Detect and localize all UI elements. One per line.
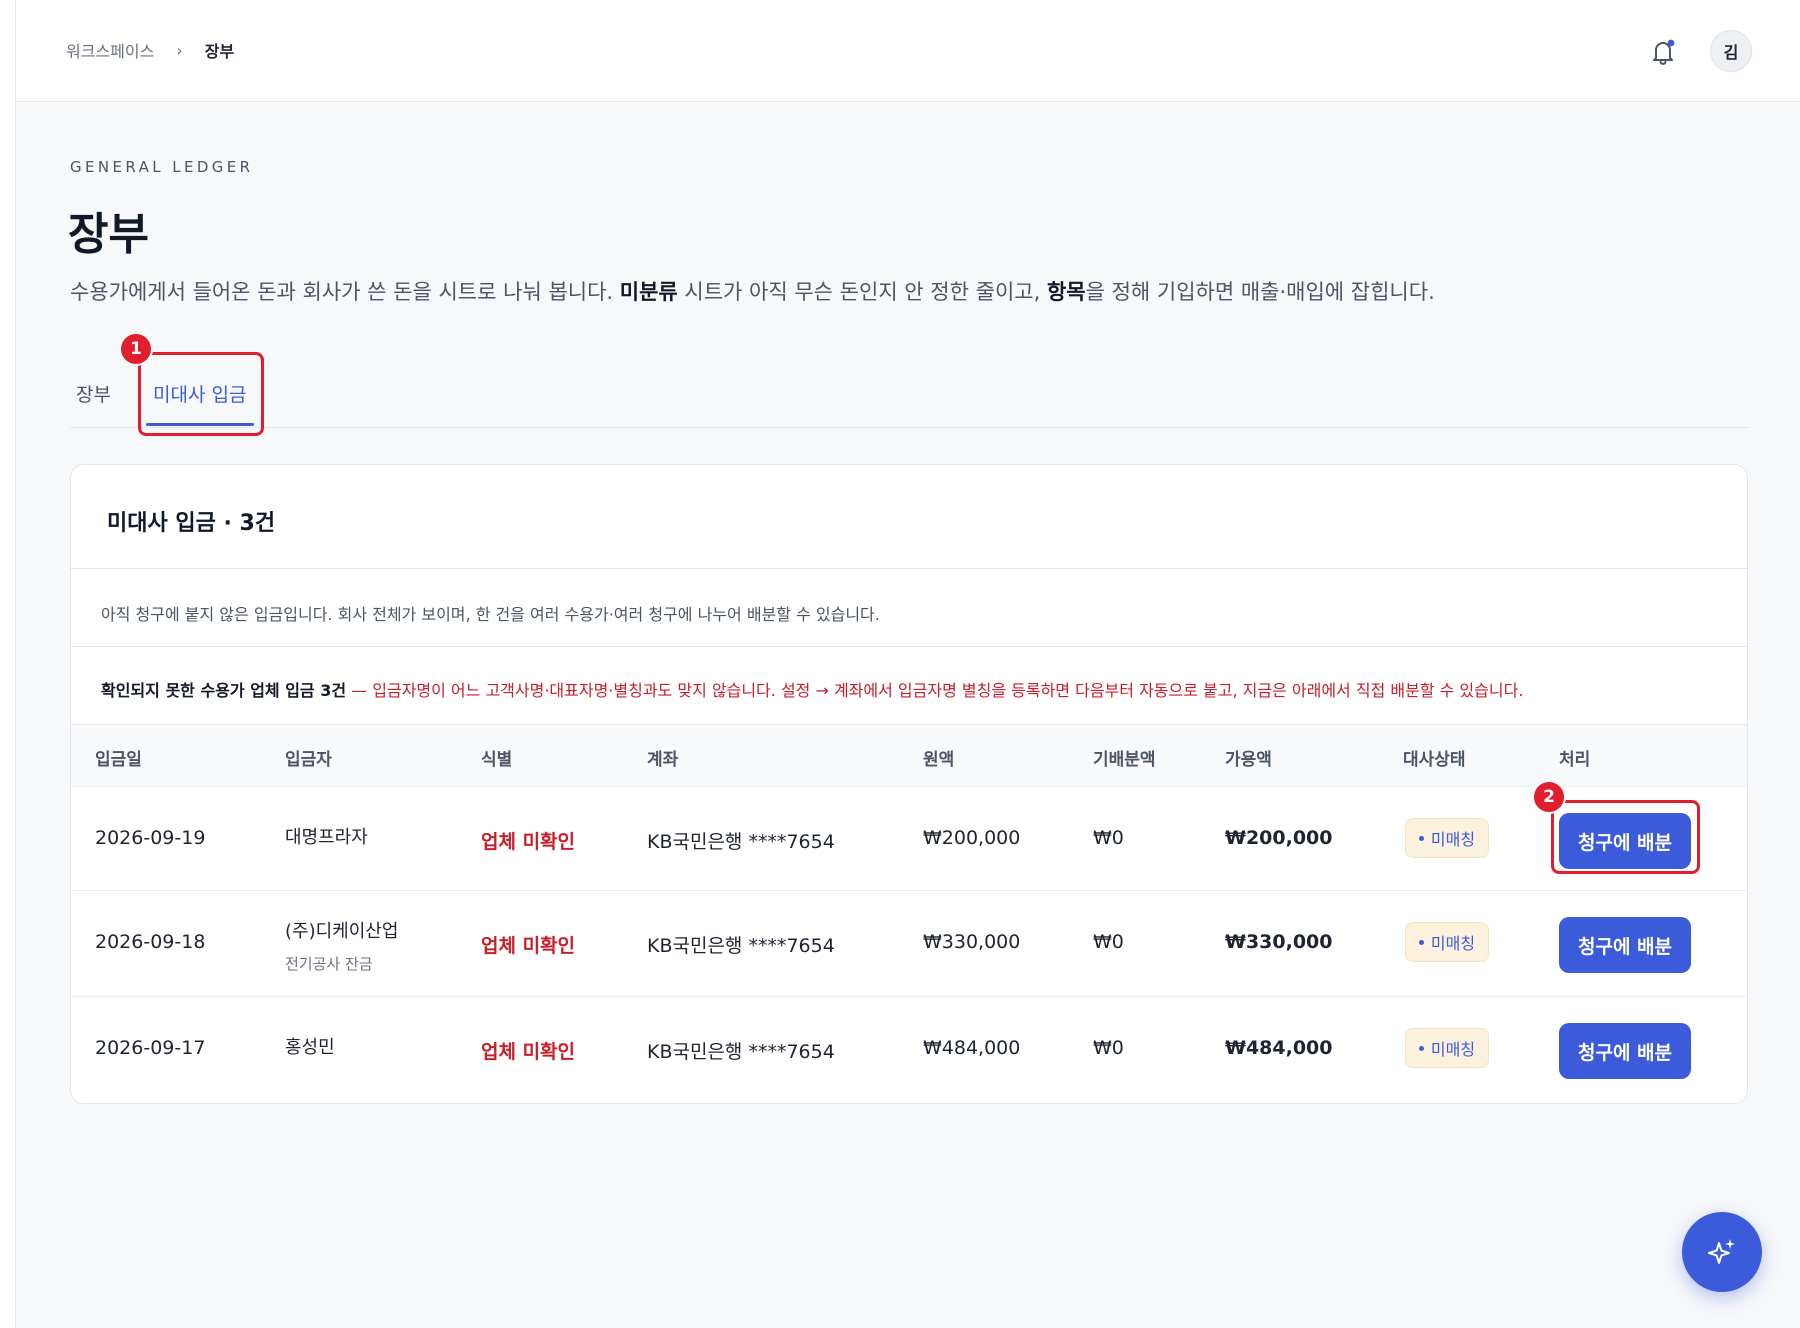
unidentified-warning: 확인되지 못한 수용가 업체 입금 3건 — 입금자명이 어느 고객사명·대표자… [71,647,1747,725]
col-ident: 식별 [481,750,513,770]
breadcrumb-current: 장부 [204,42,235,61]
status-badge: 미매칭 [1405,1028,1489,1068]
status-dot-icon [1418,939,1424,945]
status-badge: 미매칭 [1405,818,1489,858]
tab-ledger[interactable]: 장부 [76,380,111,407]
status-label: 미매칭 [1430,934,1476,953]
top-bar: 워크스페이스 › 장부 김 [16,0,1800,102]
col-amount: 원액 [923,750,955,770]
notification-button[interactable] [1646,34,1680,68]
available-amount: ₩330,000 [1225,931,1333,953]
payer-name: (주)디케이산업 [285,921,399,942]
avatar[interactable]: 김 [1710,30,1752,72]
allocate-to-invoice-button[interactable]: 청구에 배분 [1559,1023,1691,1079]
payer-memo: 전기공사 잔금 [285,955,373,973]
payer-name: 대명프라자 [285,827,368,848]
col-payer: 입금자 [285,750,332,770]
page-description: 수용가에게서 들어온 돈과 회사가 쓴 돈을 시트로 나눠 봅니다. 미분류 시… [70,280,1435,304]
available-amount: ₩200,000 [1225,827,1333,849]
account: KB국민은행 ****7654 [647,831,835,853]
status-badge: 미매칭 [1405,922,1489,962]
payer-name: 홍성민 [285,1037,335,1058]
card-note: 아직 청구에 붙지 않은 입금입니다. 회사 전체가 보이며, 한 건을 여러 … [71,569,1747,647]
col-available: 가용액 [1225,750,1272,770]
sparkle-icon [1708,1239,1735,1264]
bell-icon [1653,39,1675,65]
ident-status: 업체 미확인 [481,1041,576,1063]
status-label: 미매칭 [1430,1040,1476,1059]
amount: ₩484,000 [923,1037,1021,1059]
allocate-to-invoice-button[interactable]: 청구에 배분 [1559,917,1691,973]
ident-status: 업체 미확인 [481,831,576,853]
unmatched-deposits-card: 미대사 입금 · 3건 아직 청구에 붙지 않은 입금입니다. 회사 전체가 보… [70,464,1748,1104]
account: KB국민은행 ****7654 [647,1041,835,1063]
breadcrumb-workspace[interactable]: 워크스페이스 [66,38,154,62]
ident-status: 업체 미확인 [481,935,576,957]
chevron-right-icon: › [176,40,183,60]
amount: ₩330,000 [923,931,1021,953]
page-title: 장부 [68,209,149,260]
col-status: 대사상태 [1403,750,1466,770]
allocated-amount: ₩0 [1093,931,1124,953]
status-dot-icon [1418,835,1424,841]
left-edge [0,0,16,1328]
table-row: 2026-09-19 대명프라자 업체 미확인 KB국민은행 ****7654 … [71,787,1747,891]
table-row: 2026-09-17 홍성민 업체 미확인 KB국민은행 ****7654 ₩4… [71,997,1747,1103]
breadcrumb: 워크스페이스 › 장부 [66,38,234,62]
tab-bar: 장부 미대사 입금 [70,346,1748,428]
card-title: 미대사 입금 · 3건 [71,465,1747,569]
account: KB국민은행 ****7654 [647,935,835,957]
annotation-badge-2: 2 [1532,780,1566,814]
allocated-amount: ₩0 [1093,1037,1124,1059]
col-action: 처리 [1559,750,1591,770]
deposit-date: 2026-09-17 [95,1037,206,1059]
page-eyebrow: GENERAL LEDGER [70,158,254,176]
status-dot-icon [1418,1045,1424,1051]
col-account: 계좌 [647,750,679,770]
allocated-amount: ₩0 [1093,827,1124,849]
table-header: 입금일 입금자 식별 계좌 원액 기배분액 가용액 대사상태 처리 [71,725,1747,787]
available-amount: ₩484,000 [1225,1037,1333,1059]
col-allocated: 기배분액 [1093,750,1156,770]
deposit-date: 2026-09-18 [95,931,206,953]
highlight-box-allocate [1551,800,1700,874]
amount: ₩200,000 [923,827,1021,849]
status-label: 미매칭 [1430,830,1476,849]
assistant-fab[interactable] [1682,1212,1762,1292]
annotation-badge-1: 1 [119,332,153,366]
table-row: 2026-09-18 (주)디케이산업 전기공사 잔금 업체 미확인 KB국민은… [71,891,1747,997]
deposit-date: 2026-09-19 [95,827,206,849]
highlight-box-tab [138,352,264,436]
col-date: 입금일 [95,750,142,770]
